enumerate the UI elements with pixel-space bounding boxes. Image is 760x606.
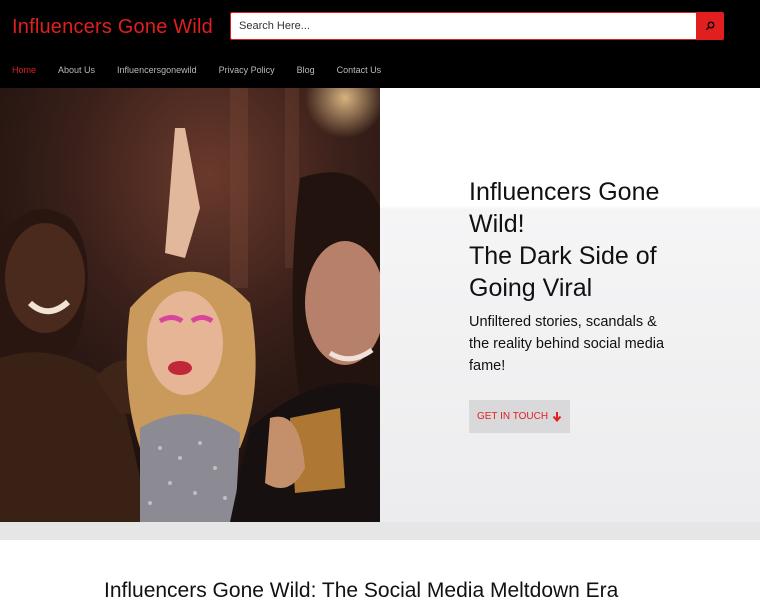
article-title: Influencers Gone Wild: The Social Media … bbox=[104, 579, 619, 602]
nav-item-home[interactable]: Home bbox=[12, 62, 36, 78]
arrow-down-icon bbox=[552, 412, 562, 422]
hero-title: Influencers Gone Wild! The Dark Side of … bbox=[469, 176, 739, 304]
hero-title-line: The Dark Side of bbox=[469, 242, 657, 270]
hero-section: Influencers Gone Wild! The Dark Side of … bbox=[0, 88, 760, 522]
search-form bbox=[230, 12, 724, 40]
hero-title-line: Wild! bbox=[469, 210, 525, 238]
nav-item-privacy-policy[interactable]: Privacy Policy bbox=[219, 62, 275, 78]
search-button[interactable] bbox=[696, 12, 724, 40]
get-in-touch-button[interactable]: GET IN TOUCH bbox=[469, 400, 570, 433]
get-in-touch-label: GET IN TOUCH bbox=[476, 411, 549, 422]
site-header: Influencers Gone Wild Home About Us Infl… bbox=[0, 0, 760, 88]
hero-title-line: Influencers Gone bbox=[469, 178, 660, 206]
hero-subtitle-line: Unfiltered stories, scandals & bbox=[469, 314, 657, 330]
hero-subtitle: Unfiltered stories, scandals & the reali… bbox=[469, 311, 684, 377]
nav-item-influencersgonewild[interactable]: Influencersgonewild bbox=[117, 62, 197, 78]
hero-text-panel: Influencers Gone Wild! The Dark Side of … bbox=[380, 88, 760, 522]
hero-image bbox=[0, 88, 380, 522]
section-divider bbox=[0, 522, 760, 540]
hero-subtitle-line: the reality behind social media bbox=[469, 336, 665, 352]
search-icon bbox=[705, 21, 715, 31]
party-crowd-photo bbox=[0, 88, 380, 522]
site-logo-text[interactable]: Influencers Gone Wild bbox=[12, 14, 213, 40]
main-nav: Home About Us Influencersgonewild Privac… bbox=[0, 62, 403, 78]
nav-item-about-us[interactable]: About Us bbox=[58, 62, 95, 78]
search-input[interactable] bbox=[230, 12, 696, 40]
nav-item-blog[interactable]: Blog bbox=[297, 62, 315, 78]
hero-subtitle-line: fame! bbox=[469, 358, 506, 374]
hero-title-line: Going Viral bbox=[469, 274, 593, 302]
nav-item-contact-us[interactable]: Contact Us bbox=[337, 62, 382, 78]
